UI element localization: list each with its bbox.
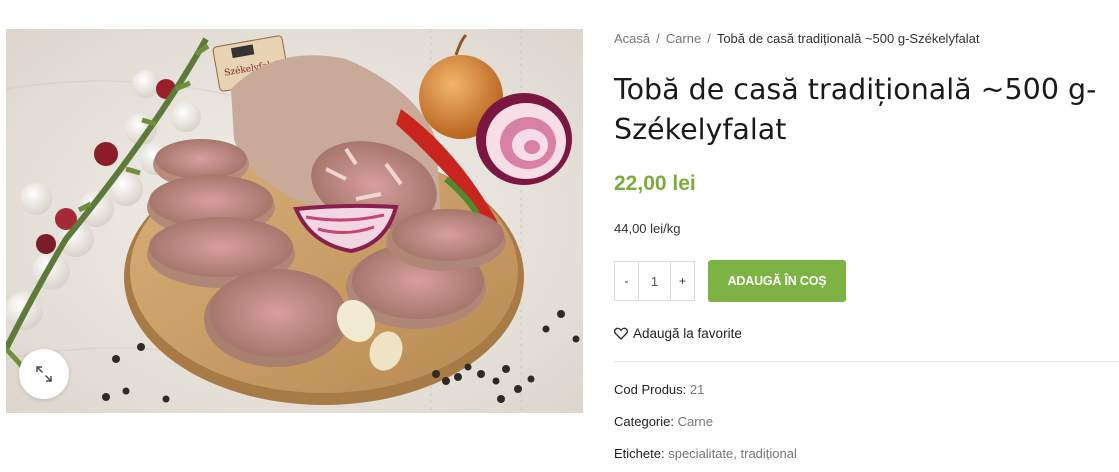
category-label: Categorie: <box>614 414 674 429</box>
tag-separator: , <box>733 446 737 461</box>
tags-label: Etichete: <box>614 446 665 461</box>
product-title: Tobă de casă tradițională ~500 g-Székely… <box>614 73 1097 146</box>
expand-icon <box>36 366 52 382</box>
product-image-gallery[interactable]: Székelyfalat <box>6 29 583 413</box>
unit-price: 44,00 lei/kg <box>614 221 681 236</box>
quantity-increase-button[interactable]: + <box>671 262 694 300</box>
tag-link[interactable]: tradițional <box>741 446 797 461</box>
sku-row: Cod Produs: 21 <box>614 382 704 397</box>
zoom-button[interactable] <box>19 349 69 399</box>
breadcrumb-home-link[interactable]: Acasă <box>614 31 650 46</box>
quantity-stepper: - + <box>614 261 695 301</box>
category-link[interactable]: Carne <box>678 414 713 429</box>
add-to-wishlist-link[interactable]: Adaugă la favorite <box>614 326 742 341</box>
quantity-input[interactable] <box>638 262 671 300</box>
breadcrumb-separator: / <box>656 31 660 46</box>
divider <box>614 361 1119 362</box>
tag-link[interactable]: specialitate <box>668 446 733 461</box>
category-row: Categorie: Carne <box>614 414 713 429</box>
sku-label: Cod Produs: <box>614 382 687 397</box>
tags-row: Etichete: specialitate, tradițional <box>614 446 797 461</box>
product-price: 22,00 lei <box>614 172 696 195</box>
add-to-cart-button[interactable]: ADAUGĂ ÎN COȘ <box>708 260 846 302</box>
heart-icon <box>614 327 628 340</box>
breadcrumb-current: Tobă de casă tradițională ~500 g-Székely… <box>716 31 980 46</box>
breadcrumb: Acasă / Carne / Tobă de casă tradițională ~5… <box>614 31 980 46</box>
quantity-decrease-button[interactable]: - <box>615 262 638 300</box>
product-summary: Acasă / Carne / Tobă de casă tradițională ~5… <box>614 0 1119 472</box>
sku-value: 21 <box>689 382 705 397</box>
breadcrumb-separator: / <box>707 31 711 46</box>
breadcrumb-category-link[interactable]: Carne <box>666 31 701 46</box>
wishlist-label: Adaugă la favorite <box>633 326 742 341</box>
product-image: Székelyfalat <box>6 29 583 413</box>
